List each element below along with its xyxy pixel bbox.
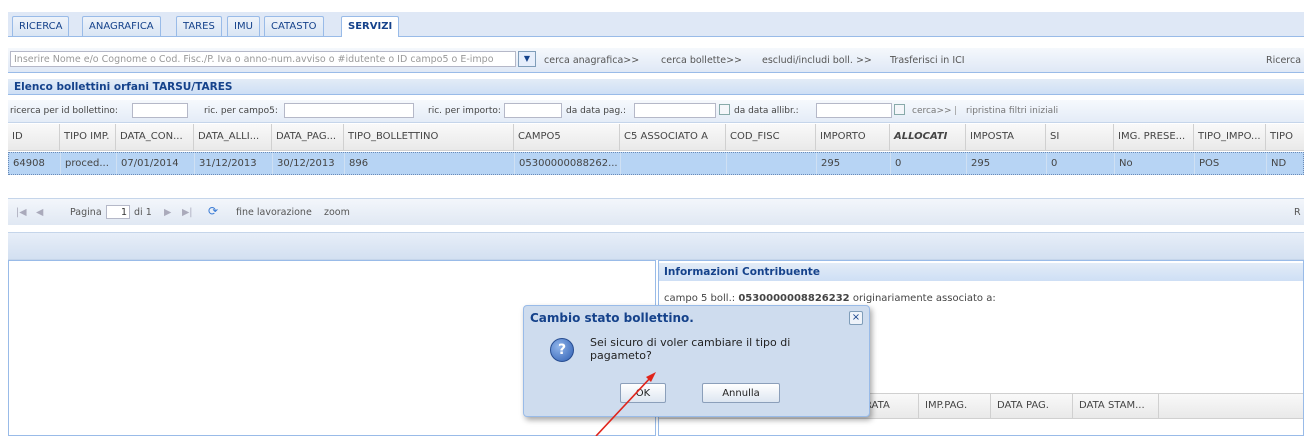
cerca-anagrafica-link[interactable]: cerca anagrafica>> xyxy=(544,55,639,66)
grid-header: ID TIPO IMP. DATA_CON... DATA_ALLI... DA… xyxy=(8,124,1304,151)
calendar-icon[interactable] xyxy=(894,104,905,115)
trasferisci-ici-link[interactable]: Trasferisci in ICI xyxy=(890,55,965,66)
table-cell: ND xyxy=(1271,158,1287,169)
filter-campo5-label: ric. per campo5: xyxy=(204,106,278,116)
filter-id-input[interactable] xyxy=(132,103,188,118)
campo5-suffix: originariamente associato a: xyxy=(852,293,996,304)
table-cell: 295 xyxy=(817,153,891,174)
column-header[interactable]: SI xyxy=(1046,124,1114,150)
table-cell xyxy=(727,153,817,174)
cerca-bollette-link[interactable]: cerca bollette>> xyxy=(661,55,742,66)
column-header[interactable]: DATA_ALLI... xyxy=(194,124,272,150)
dialog-title: Cambio stato bollettino. xyxy=(530,311,694,325)
filter-data-pag-input[interactable] xyxy=(634,103,716,118)
next-page-icon[interactable]: ▶ xyxy=(164,207,171,218)
contribuente-title: Informazioni Contribuente xyxy=(659,263,1303,281)
table-cell: No xyxy=(1115,153,1195,174)
filter-id-label: ricerca per id bollettino: xyxy=(10,106,118,116)
tab-catasto[interactable]: CATASTO xyxy=(264,16,324,36)
main-tab-strip: RICERCA ANAGRAFICA TARES IMU CATASTO SER… xyxy=(8,12,1304,37)
campo5-label: campo 5 boll.: xyxy=(664,293,736,304)
fine-lavorazione-button[interactable]: fine lavorazione xyxy=(236,207,312,218)
tab-imu[interactable]: IMU xyxy=(227,16,260,36)
search-input[interactable]: Inserire Nome e/o Cognome o Cod. Fisc./P… xyxy=(10,51,516,67)
column-header[interactable]: CAMPO5 xyxy=(514,124,620,150)
column-header[interactable]: IMPOSTA xyxy=(966,124,1046,150)
table-cell: 64908 xyxy=(9,153,61,174)
filter-importo-input[interactable] xyxy=(504,103,562,118)
filter-importo-label: ric. per importo: xyxy=(428,106,501,116)
close-icon[interactable]: × xyxy=(849,311,863,325)
tab-tares[interactable]: TARES xyxy=(176,16,222,36)
page-label: Pagina xyxy=(70,207,102,218)
column-header[interactable]: COD_FISC xyxy=(726,124,816,150)
page-count: di 1 xyxy=(134,207,152,218)
tab-anagrafica[interactable]: ANAGRAFICA xyxy=(82,16,161,36)
column-header[interactable]: DATA PAG. xyxy=(991,394,1073,418)
table-row[interactable]: 64908 proced... 07/01/2014 31/12/2013 30… xyxy=(8,152,1304,175)
table-cell: 295 xyxy=(967,153,1047,174)
paging-right-text: R xyxy=(1294,207,1301,218)
column-header[interactable]: IMPORTO xyxy=(816,124,890,150)
page-number-input[interactable]: 1 xyxy=(106,205,130,219)
table-cell xyxy=(621,153,727,174)
question-icon: ? xyxy=(550,338,574,362)
column-header[interactable]: IMG. PRESE... xyxy=(1114,124,1194,150)
cancel-button[interactable]: Annulla xyxy=(702,383,780,403)
first-page-icon[interactable]: |◀ xyxy=(16,207,27,218)
splitter-bar[interactable] xyxy=(8,232,1304,260)
column-header[interactable]: ALLOCATI xyxy=(890,124,966,150)
column-header[interactable]: TIPO xyxy=(1266,124,1304,150)
table-cell: proced... xyxy=(61,153,117,174)
ok-button[interactable]: OK xyxy=(620,383,666,403)
campo5-info: campo 5 boll.: 0530000008826232 originar… xyxy=(664,293,996,304)
table-cell: 30/12/2013 xyxy=(273,153,345,174)
table-cell: 31/12/2013 xyxy=(195,153,273,174)
column-header[interactable]: TIPO_IMPO... xyxy=(1194,124,1266,150)
column-header[interactable]: IMP.PAG. xyxy=(919,394,991,418)
ricerca-link[interactable]: Ricerca xyxy=(1266,55,1301,66)
table-cell: 0 xyxy=(891,153,967,174)
last-page-icon[interactable]: ▶| xyxy=(182,207,193,218)
table-cell: 896 xyxy=(345,153,515,174)
column-header[interactable]: TIPO IMP. xyxy=(60,124,116,150)
search-dropdown-button[interactable]: ▼ xyxy=(518,51,536,67)
filter-data-allibr-label: da data allibr.: xyxy=(734,106,799,116)
cerca-filter-button[interactable]: cerca>> xyxy=(912,106,952,116)
escludi-includi-link[interactable]: escludi/includi boll. >> xyxy=(762,55,872,66)
filter-divider: | xyxy=(954,106,958,116)
column-header[interactable]: DATA STAM... xyxy=(1073,394,1159,418)
table-cell: 05300000088262... xyxy=(515,153,621,174)
paging-toolbar: |◀ ◀ Pagina 1 di 1 ▶ ▶| ⟳ fine lavorazio… xyxy=(8,198,1304,225)
refresh-icon[interactable]: ⟳ xyxy=(208,204,218,218)
filter-data-allibr-input[interactable] xyxy=(816,103,892,118)
column-header[interactable]: DATA_PAG... xyxy=(272,124,344,150)
table-cell: 0 xyxy=(1047,153,1115,174)
column-header[interactable]: DATA_CON... xyxy=(116,124,194,150)
chevron-down-icon: ▼ xyxy=(523,54,531,63)
filter-bar: ricerca per id bollettino: ric. per camp… xyxy=(8,100,1304,123)
table-cell: POS xyxy=(1195,153,1267,174)
filter-campo5-input[interactable] xyxy=(284,103,414,118)
column-header[interactable]: TIPO_BOLLETTINO xyxy=(344,124,514,150)
confirm-dialog: Cambio stato bollettino. × ? Sei sicuro … xyxy=(523,305,870,417)
panel-title: Elenco bollettini orfani TARSU/TARES xyxy=(8,79,1304,95)
ripristina-filtri-button[interactable]: ripristina filtri iniziali xyxy=(966,106,1058,116)
tab-ricerca[interactable]: RICERCA xyxy=(12,16,70,36)
column-header[interactable]: ID xyxy=(8,124,60,150)
calendar-icon[interactable] xyxy=(719,104,730,115)
prev-page-icon[interactable]: ◀ xyxy=(36,207,43,218)
table-cell: 07/01/2014 xyxy=(117,153,195,174)
search-toolbar: Inserire Nome e/o Cognome o Cod. Fisc./P… xyxy=(8,48,1304,73)
tab-servizi[interactable]: SERVIZI xyxy=(341,16,400,37)
column-header[interactable]: C5 ASSOCIATO A xyxy=(620,124,726,150)
dialog-message: Sei sicuro di voler cambiare il tipo di … xyxy=(590,336,791,362)
filter-data-pag-label: da data pag.: xyxy=(566,106,627,116)
campo5-value: 0530000008826232 xyxy=(738,293,850,304)
zoom-button[interactable]: zoom xyxy=(324,207,350,218)
